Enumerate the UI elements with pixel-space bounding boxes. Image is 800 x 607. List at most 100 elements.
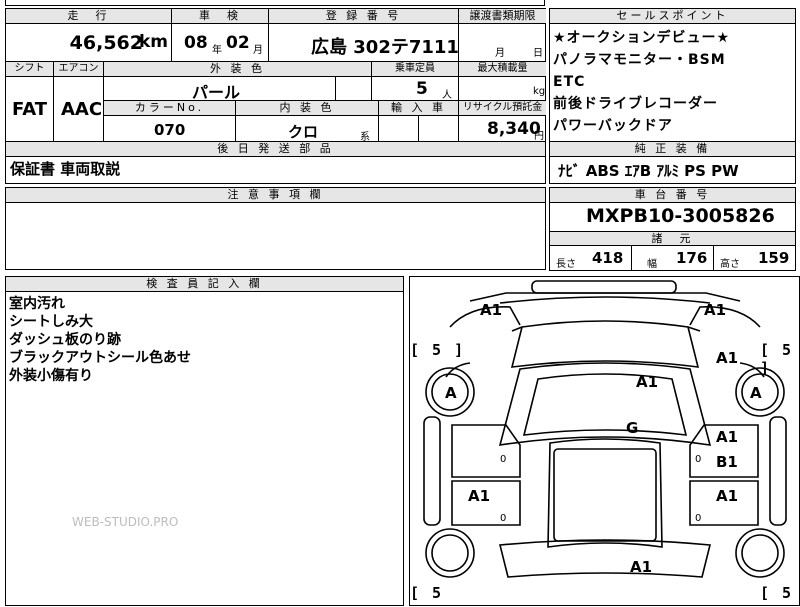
mark-rear: A1 [630,558,653,576]
equipment-header: 純 正 装 備 [550,142,795,157]
width-cell: 幅 176 [632,246,714,270]
registration-header: 登 録 番 号 [269,9,459,24]
length-value: 418 [592,249,624,267]
mark-right-front-door-b: B1 [716,453,738,471]
ac-value: AAC [61,99,103,120]
chassis-value: MXPB10-3005826 [586,205,775,227]
capacity-value: 5 [416,79,428,99]
mark-front-left: A1 [480,301,503,319]
inspection-cell: 08 年 02 月 [172,24,269,62]
later-parts-box: 後 日 発 送 部 品 保証書 車両取説 [5,141,546,184]
color-no-header: カラーNo. [104,101,236,116]
length-label: 長さ [556,259,576,270]
height-label: 高さ [720,259,740,270]
maxload-cell: kg [459,77,546,101]
caution-box: 注 意 事 項 欄 WEB-STUDIO.PRO [5,187,546,270]
mark-hood: A1 [636,373,659,391]
bracket-rear-left: [ 5 [410,584,444,602]
height-cell: 高さ 159 [714,246,795,270]
mileage-cell: 46,562 km [6,24,172,62]
capacity-header: 乗車定員 [372,62,459,77]
color-no-value: 070 [154,121,186,139]
sales-point-item: パワーバックドア [553,118,673,134]
mileage-header: 走 行 [6,9,172,24]
small-mark-1: 0 [500,454,507,465]
inspection-month: 02 [226,33,250,53]
sales-point-box: セールスポイント ★オークションデビュー★ パノラマモニター・BSM ETC 前後ドラ… [549,8,796,142]
exterior-extra-cell [336,77,372,101]
color-no-cell: 070 [104,116,236,142]
mark-right-rear-door: A1 [716,487,739,505]
import-cell-2 [419,116,459,142]
width-label: 幅 [647,259,657,270]
sales-point-item: ETC [553,74,586,90]
maxload-unit: kg [533,86,546,97]
bracket-front-left: [ 5 ] [410,341,466,359]
mark-left-rear-door: A1 [468,487,491,505]
exterior-header: 外 装 色 [104,62,372,77]
shift-value: FAT [12,99,48,120]
recycle-cell: 8,340 円 [459,116,546,142]
mark-windshield: G [626,419,639,437]
shift-header: シフト [6,62,54,77]
inspection-month-unit: 月 [253,45,263,56]
sales-point-item: ★オークションデビュー★ [553,30,731,46]
interior-cell: クロ 系 [236,116,379,143]
maxload-header: 最大積載量 [459,62,546,77]
ac-cell: AAC [54,77,104,142]
bracket-rear-right: [ 5 [760,584,794,602]
inspector-note: シートしみ大 [9,314,93,330]
sales-point-item: パノラマモニター・BSM [553,52,726,68]
import-header: 輸 入 車 [379,101,459,116]
sales-point-header: セールスポイント [550,9,795,24]
ac-header: エアコン [54,62,104,77]
mark-right-fender: A1 [716,349,739,367]
dimensions-header: 諸 元 [550,231,795,246]
registration-value: 広島 302テ7111 [311,37,459,58]
top-cut-strip [5,0,545,6]
caution-header: 注 意 事 項 欄 [6,188,545,203]
car-diagram: A1 A1 A1 A1 A A G A1 B1 A1 A1 A1 [ 5 ] [… [409,276,800,606]
mark-front-right: A1 [704,301,727,319]
import-cell-1 [379,116,419,142]
small-mark-4: 0 [695,513,702,524]
sales-point-list: ★オークションデビュー★ パノラマモニター・BSM ETC 前後ドライブレコーダー パワ… [553,27,730,137]
width-value: 176 [676,249,708,267]
inspector-notes: 室内汚れシートしみ大ダッシュ板のり跡ブラックアウトシール色あせ 外装小傷有り [9,295,191,385]
inspector-note: 外装小傷有り [9,368,93,384]
capacity-unit: 人 [442,90,452,101]
transfer-header: 譲渡書類期限 [459,9,546,24]
transfer-cell: 月 日 [459,24,546,62]
equipment-box: 純 正 装 備 ﾅﾋﾞ ABS ｴｱB ｱﾙﾐ PS PW [549,141,796,184]
mark-front-right-wheel: A [750,384,762,402]
interior-header: 内 装 色 [236,101,379,116]
chassis-box: 車 台 番 号 MXPB10-3005826 諸 元 長さ 418 幅 176 … [549,187,796,271]
car-outline [423,280,787,578]
transfer-day: 日 [533,48,543,59]
inspector-note: ブラックアウトシール色あせ [9,350,191,366]
exterior-value: パール [192,83,241,102]
mark-right-front-door: A1 [716,428,739,446]
capacity-cell: 5 人 [372,77,459,101]
small-mark-3: 0 [500,513,507,524]
watermark-text: WEB-STUDIO.PRO [72,515,179,529]
inspector-note: 室内汚れ [9,296,65,312]
shift-cell: FAT [6,77,54,142]
main-info-table: 走 行 車 検 登 録 番 号 譲渡書類期限 46,562 km 08 年 02… [5,8,546,143]
bracket-front-right: [ 5 ] [760,341,794,377]
exterior-cell: パール [104,77,336,102]
interior-value: クロ [288,123,319,141]
inspection-year-unit: 年 [212,45,222,56]
later-parts-header: 後 日 発 送 部 品 [6,142,545,157]
inspector-note: ダッシュ板のり跡 [9,332,121,348]
height-value: 159 [758,249,790,267]
recycle-value: 8,340 [487,119,541,139]
mark-front-left-wheel: A [445,384,457,402]
recycle-header: リサイクル預託金 [459,101,546,116]
mileage-value: 46,562 [69,32,143,54]
later-parts-value: 保証書 車両取説 [10,160,121,178]
inspection-header: 車 検 [172,9,269,24]
chassis-header: 車 台 番 号 [550,188,795,203]
sales-point-item: 前後ドライブレコーダー [553,96,718,112]
length-cell: 長さ 418 [550,246,632,270]
